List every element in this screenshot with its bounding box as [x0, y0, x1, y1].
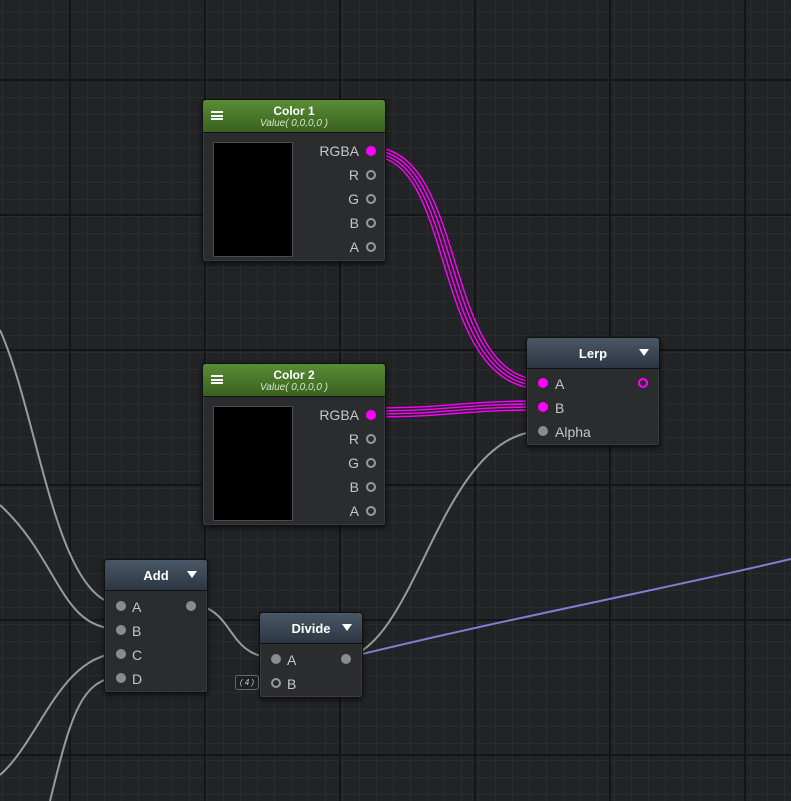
- output-port-g[interactable]: [366, 194, 376, 204]
- output-port-a[interactable]: [366, 506, 376, 516]
- color-preview: [213, 406, 293, 521]
- input-label: B: [555, 400, 565, 416]
- input-port-a[interactable]: [271, 654, 281, 664]
- color1-header[interactable]: Color 1 Value( 0,0,0,0 ): [203, 100, 385, 133]
- output-label: R: [348, 167, 359, 183]
- wire-offscreen-to-add-c[interactable]: [0, 652, 121, 776]
- input-port-a[interactable]: [538, 378, 548, 388]
- input-label: B: [287, 676, 297, 692]
- output-label: G: [348, 455, 359, 471]
- output-port-r[interactable]: [366, 170, 376, 180]
- output-port-rgba[interactable]: [366, 410, 376, 420]
- node-title: Color 2: [273, 368, 315, 382]
- color-preview: [213, 142, 293, 257]
- node-title: Color 1: [273, 104, 315, 118]
- input-port-d[interactable]: [116, 673, 126, 683]
- input-label: C: [132, 647, 143, 663]
- color1-node[interactable]: Color 1 Value( 0,0,0,0 ) RGBA R G B A: [202, 99, 386, 262]
- output-label: R: [348, 431, 359, 447]
- wire-color1-to-lerp-a[interactable]: [369, 146, 544, 390]
- input-label: B: [132, 623, 142, 639]
- lerp-header[interactable]: Lerp: [527, 338, 659, 369]
- input-port-b[interactable]: [271, 678, 281, 688]
- color2-node[interactable]: Color 2 Value( 0,0,0,0 ) RGBA R G B A: [202, 363, 386, 526]
- divide-node[interactable]: Divide A B: [259, 612, 363, 698]
- add-node[interactable]: Add A B C D: [104, 559, 208, 693]
- output-port[interactable]: [341, 654, 351, 664]
- input-label: A: [555, 376, 565, 392]
- node-subtitle: Value( 0,0,0,0 ): [259, 382, 328, 393]
- wire-divide-to-offscreen[interactable]: [345, 558, 791, 659]
- dropdown-triangle-icon[interactable]: [187, 571, 197, 578]
- input-port-b[interactable]: [116, 625, 126, 635]
- output-label: A: [349, 239, 359, 255]
- output-label: RGBA: [319, 407, 359, 423]
- wire-offscreen-to-add-d[interactable]: [49, 676, 121, 801]
- wire-offscreen-to-add-a[interactable]: [0, 329, 121, 606]
- node-subtitle: Value( 0,0,0,0 ): [259, 118, 328, 129]
- input-label: D: [132, 671, 143, 687]
- output-label: B: [349, 215, 359, 231]
- output-label: B: [349, 479, 359, 495]
- input-port-c[interactable]: [116, 649, 126, 659]
- input-label: A: [287, 652, 297, 668]
- divide-b-default-value[interactable]: ( 4 ): [235, 675, 259, 690]
- input-label: A: [132, 599, 142, 615]
- input-port-b[interactable]: [538, 402, 548, 412]
- output-port-g[interactable]: [366, 458, 376, 468]
- output-port-b[interactable]: [366, 218, 376, 228]
- output-port-a[interactable]: [366, 242, 376, 252]
- color2-header[interactable]: Color 2 Value( 0,0,0,0 ): [203, 364, 385, 397]
- dropdown-triangle-icon[interactable]: [342, 624, 352, 631]
- lerp-node[interactable]: Lerp A B Alpha: [526, 337, 660, 446]
- add-header[interactable]: Add: [105, 560, 207, 591]
- output-port[interactable]: [638, 378, 648, 388]
- divide-header[interactable]: Divide: [260, 613, 362, 644]
- output-port[interactable]: [186, 601, 196, 611]
- input-port-a[interactable]: [116, 601, 126, 611]
- output-port-r[interactable]: [366, 434, 376, 444]
- output-label: RGBA: [319, 143, 359, 159]
- output-label: A: [349, 503, 359, 519]
- output-label: G: [348, 191, 359, 207]
- output-port-rgba[interactable]: [366, 146, 376, 156]
- input-port-alpha[interactable]: [538, 426, 548, 436]
- input-label: Alpha: [555, 424, 591, 440]
- dropdown-triangle-icon[interactable]: [639, 349, 649, 356]
- output-port-b[interactable]: [366, 482, 376, 492]
- wire-offscreen-to-add-b[interactable]: [0, 504, 121, 631]
- wire-color2-to-lerp-b[interactable]: [369, 400, 544, 418]
